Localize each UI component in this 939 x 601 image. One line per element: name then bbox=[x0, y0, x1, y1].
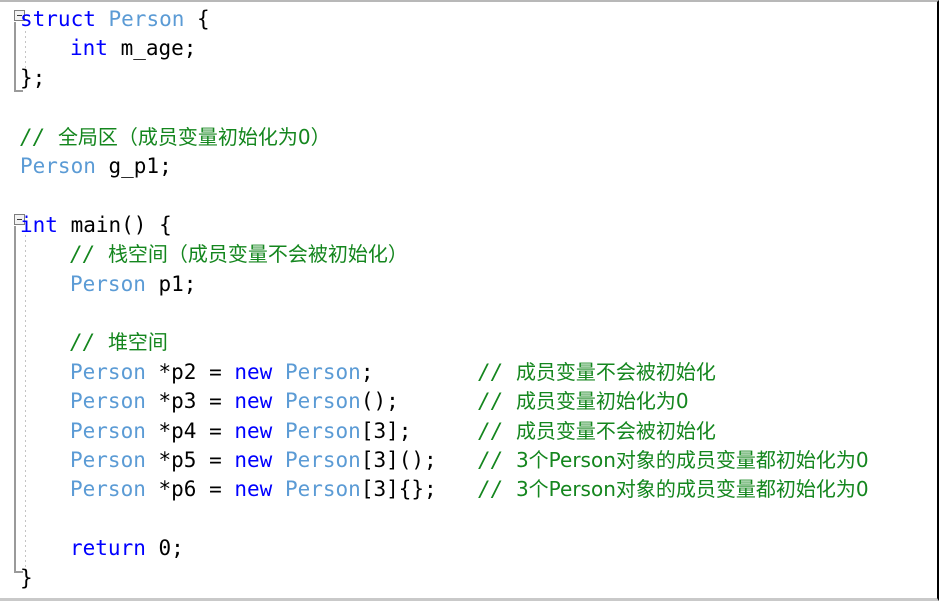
code-token: new bbox=[234, 359, 273, 384]
code-token: Person bbox=[70, 418, 146, 443]
code-content[interactable]: struct Person {int m_age;};// 全局区（成员变量初始… bbox=[0, 2, 937, 598]
comment-text: 成员变量不会被初始化 bbox=[515, 418, 716, 443]
code-line[interactable]: // 全局区（成员变量初始化为0） bbox=[20, 123, 331, 152]
code-token: ; bbox=[360, 359, 374, 384]
trailing-comment: // 成员变量初始化为0 bbox=[478, 387, 689, 416]
code-token: m_age; bbox=[107, 36, 197, 61]
code-token: // bbox=[70, 242, 108, 267]
trailing-comment: // 3个Person对象的成员变量都初始化为0 bbox=[478, 475, 869, 504]
code-token: [3]; bbox=[360, 418, 412, 443]
code-line[interactable]: Person p1; bbox=[70, 270, 196, 299]
code-line[interactable]: Person *p6 = new Person[3]{}; bbox=[70, 475, 437, 504]
code-token: Person bbox=[70, 359, 146, 384]
code-token: 栈空间（成员变量不会被初始化） bbox=[107, 242, 408, 267]
code-token: // bbox=[70, 330, 108, 355]
code-line[interactable]: return 0; bbox=[70, 534, 184, 563]
code-token: Person bbox=[284, 359, 361, 384]
code-line[interactable]: Person g_p1; bbox=[20, 152, 172, 181]
code-token: [3](); bbox=[360, 448, 437, 472]
code-line[interactable]: } bbox=[20, 564, 33, 593]
code-line[interactable]: int main() { bbox=[20, 211, 172, 240]
code-token: p1; bbox=[145, 271, 197, 296]
code-token: Person bbox=[20, 154, 96, 178]
code-token: Person bbox=[284, 448, 361, 472]
code-line[interactable]: Person *p4 = new Person[3]; bbox=[70, 417, 411, 446]
code-token: new bbox=[234, 389, 273, 414]
code-token: 0; bbox=[145, 536, 184, 561]
code-token: Person bbox=[284, 477, 361, 502]
code-token: 全局区（成员变量初始化为0） bbox=[57, 124, 331, 149]
code-token: Person bbox=[70, 271, 146, 296]
code-token: g_p1; bbox=[95, 154, 172, 178]
comment-text: 成员变量初始化为0 bbox=[515, 389, 689, 414]
comment-text: 3个Person对象的成员变量都初始化为0 bbox=[515, 477, 869, 502]
code-token: *p5 = bbox=[145, 448, 235, 472]
comment-slashes: // bbox=[478, 389, 516, 414]
code-token: return bbox=[70, 536, 146, 561]
code-token: { bbox=[184, 7, 210, 31]
trailing-comment: // 成员变量不会被初始化 bbox=[478, 358, 716, 387]
code-token: *p2 = bbox=[145, 359, 235, 384]
code-token: // bbox=[20, 124, 58, 149]
code-token: new bbox=[234, 418, 273, 443]
code-token: new bbox=[234, 448, 273, 472]
trailing-comment: // 成员变量不会被初始化 bbox=[478, 417, 716, 446]
code-line[interactable]: Person *p2 = new Person; bbox=[70, 358, 373, 387]
code-line[interactable]: Person *p5 = new Person[3](); bbox=[70, 446, 437, 475]
code-line[interactable]: Person *p3 = new Person(); bbox=[70, 387, 399, 416]
code-token: *p3 = bbox=[145, 389, 235, 414]
comment-slashes: // bbox=[478, 359, 516, 384]
code-line[interactable]: struct Person { bbox=[20, 5, 210, 34]
code-token: [3]{}; bbox=[360, 477, 437, 502]
comment-text: 成员变量不会被初始化 bbox=[515, 359, 716, 384]
code-token: Person bbox=[284, 389, 361, 414]
code-token: int bbox=[20, 212, 58, 237]
code-token: Person bbox=[70, 448, 146, 472]
code-line[interactable]: // 堆空间 bbox=[70, 328, 168, 357]
code-line[interactable]: int m_age; bbox=[70, 34, 196, 63]
code-token: *p4 = bbox=[145, 418, 235, 443]
trailing-comment: // 3个Person对象的成员变量都初始化为0 bbox=[478, 446, 869, 475]
code-token: struct bbox=[20, 7, 96, 31]
code-token: 堆空间 bbox=[107, 330, 168, 355]
code-token: new bbox=[234, 477, 273, 502]
code-token: Person bbox=[108, 7, 185, 31]
comment-text: 3个Person对象的成员变量都初始化为0 bbox=[515, 448, 869, 472]
code-token: main() { bbox=[57, 212, 172, 237]
code-line[interactable]: // 栈空间（成员变量不会被初始化） bbox=[70, 240, 408, 269]
code-token: Person bbox=[70, 477, 146, 502]
comment-slashes: // bbox=[478, 448, 516, 472]
code-token: } bbox=[20, 565, 33, 590]
comment-slashes: // bbox=[478, 418, 516, 443]
code-token: (); bbox=[360, 389, 399, 414]
code-token: int bbox=[70, 36, 108, 61]
comment-slashes: // bbox=[478, 477, 516, 502]
code-token: Person bbox=[284, 418, 361, 443]
code-token: }; bbox=[20, 65, 46, 90]
code-token: *p6 = bbox=[145, 477, 235, 502]
code-token: Person bbox=[70, 389, 146, 414]
code-editor[interactable]: struct Person {int m_age;};// 全局区（成员变量初始… bbox=[0, 0, 939, 601]
code-line[interactable]: }; bbox=[20, 64, 45, 93]
